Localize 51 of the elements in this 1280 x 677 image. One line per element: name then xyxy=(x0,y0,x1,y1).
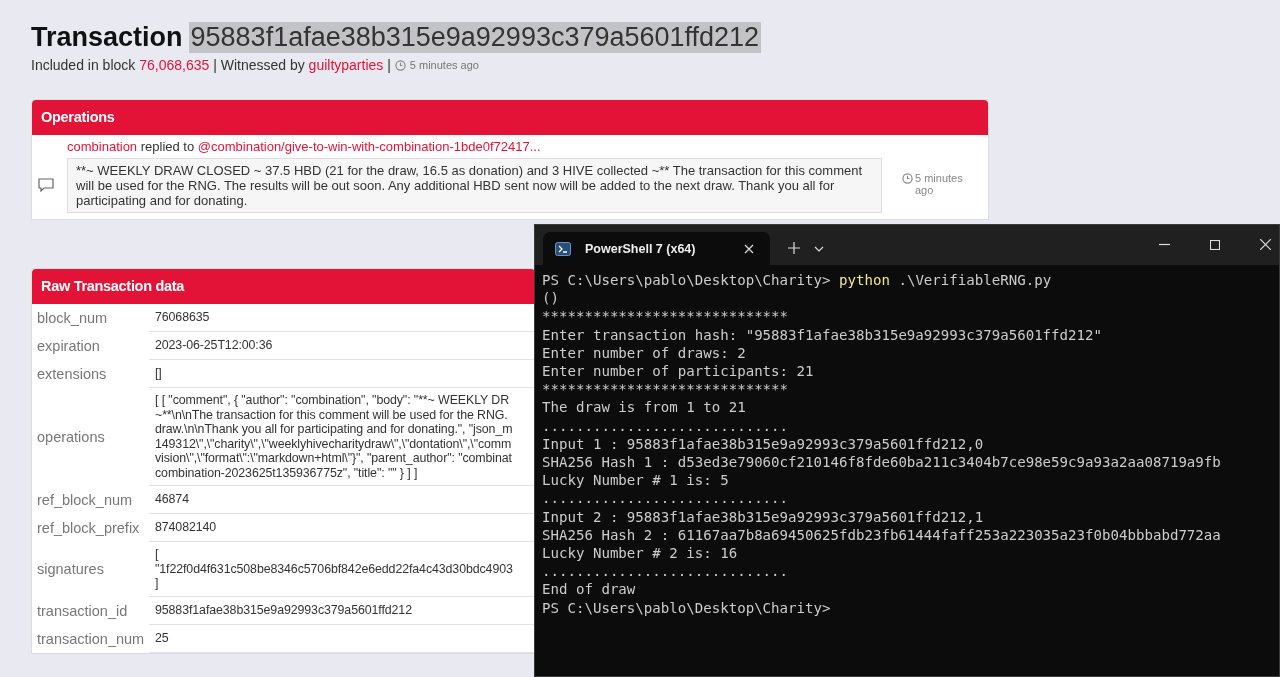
field-key: ref_block_num xyxy=(32,486,149,514)
maximize-icon[interactable] xyxy=(1210,240,1220,250)
terminal-line: Input 2 : 95883f1afae38b315e9a92993c379a5601ffd212,1 xyxy=(542,507,985,526)
terminal-line: The draw is from 1 to 21 xyxy=(542,398,747,417)
terminal-line: End of draw xyxy=(542,580,637,599)
terminal-line: PS C:\Users\pablo\Desktop\Charity> xyxy=(542,598,832,617)
clock-icon xyxy=(902,173,913,184)
field-key: operations xyxy=(32,388,149,486)
field-key: signatures xyxy=(32,542,149,597)
block-link[interactable]: 76,068,635 xyxy=(139,57,210,73)
field-key: extensions xyxy=(32,360,149,388)
time-ago: 5 minutes ago xyxy=(409,59,479,71)
reply-line: combination replied to @combination/give-to-win-with-combination-1bde0f72417... xyxy=(67,139,542,154)
page-title: Transaction xyxy=(31,22,183,53)
terminal-line: ............................. xyxy=(542,489,790,508)
panel-header: Operations xyxy=(32,100,988,135)
panel-header: Raw Transaction data xyxy=(32,269,535,304)
terminal-line: Enter number of draws: 2 xyxy=(542,343,747,362)
post-link[interactable]: @combination/give-to-win-with-combination-1bde0f72417... xyxy=(197,139,541,154)
new-tab-icon[interactable] xyxy=(788,242,800,254)
close-icon[interactable] xyxy=(744,243,754,254)
field-key: transaction_id xyxy=(32,596,149,625)
terminal-line: SHA256 Hash 1 : d53ed3e79060cf210146f8fde60ba211c3404b7ce98e59c9a93a2aa08719a9fb xyxy=(542,453,1222,472)
block-info: Included in block 76,068,635 | Witnessed by guiltyparties | xyxy=(31,57,391,73)
terminal-tab[interactable]: PowerShell 7 (x64) xyxy=(543,232,770,265)
field-key: expiration xyxy=(32,332,149,360)
terminal-line: ***************************** xyxy=(542,307,790,326)
terminal-line: () xyxy=(542,289,560,308)
terminal-line: PS C:\Users\pablo\Desktop\Charity> python .\VerifiableRNG.py xyxy=(542,271,1053,290)
close-icon[interactable] xyxy=(1260,239,1271,250)
field-key: transaction_num xyxy=(32,624,149,653)
terminal-line: Enter number of participants: 21 xyxy=(542,362,815,381)
terminal-line: Lucky Number # 1 is: 5 xyxy=(542,471,730,490)
time-ago: 5 minutes ago xyxy=(915,172,964,196)
terminal-line: ............................. xyxy=(542,416,790,435)
author-link[interactable]: combination xyxy=(67,139,138,154)
comment-icon xyxy=(38,178,54,192)
dropdown-icon[interactable] xyxy=(814,246,824,252)
comment-body: **~ WEEKLY DRAW CLOSED ~ 37.5 HBD (21 for the draw, 16.5 as donation) and 3 HIVE collected ~** The transaction for this comment will be used for the RNG. The results will be out soon. Any additional HBD sent now will be added to the next draw. Thank you all for participating and for donating. xyxy=(67,158,882,213)
terminal-line: ***************************** xyxy=(542,380,790,399)
powershell-icon xyxy=(555,241,571,256)
terminal-line: Lucky Number # 2 is: 16 xyxy=(542,544,739,563)
terminal-line: ............................. xyxy=(542,562,790,581)
terminal-line: Enter transaction hash: "95883f1afae38b315e9a92993c379a5601ffd212" xyxy=(542,325,1104,344)
field-key: ref_block_prefix xyxy=(32,514,149,542)
field-key: block_num xyxy=(32,304,149,332)
terminal-line: Input 1 : 95883f1afae38b315e9a92993c379a5601ffd212,0 xyxy=(542,434,985,454)
transaction-hash: 95883f1afae38b315e9a92993c379a5601ffd212 xyxy=(188,22,762,53)
terminal-line: SHA256 Hash 2 : 61167aa7b8a69450625fdb23fb61444faff253a223035a23f0b04bbbabd772aa xyxy=(542,525,1222,545)
clock-icon xyxy=(394,59,406,71)
witness-link[interactable]: guiltyparties xyxy=(308,57,384,73)
